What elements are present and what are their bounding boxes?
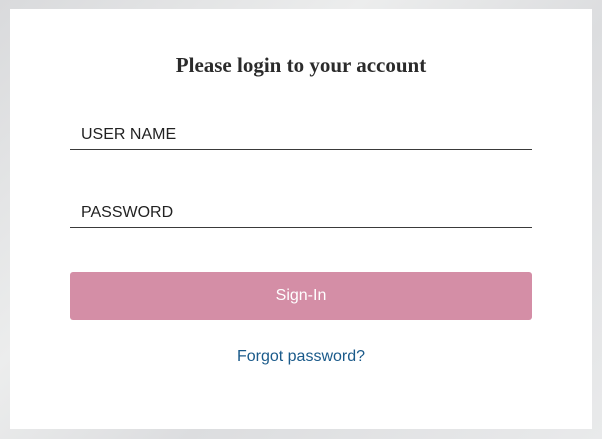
login-title: Please login to your account (175, 53, 427, 77)
forgot-password-link[interactable]: Forgot password? (10, 348, 592, 366)
password-input[interactable] (70, 198, 532, 228)
username-input[interactable] (70, 120, 532, 150)
signin-button[interactable]: Sign-In (70, 272, 532, 320)
login-card: Please login to your account Sign-In For… (10, 9, 592, 429)
